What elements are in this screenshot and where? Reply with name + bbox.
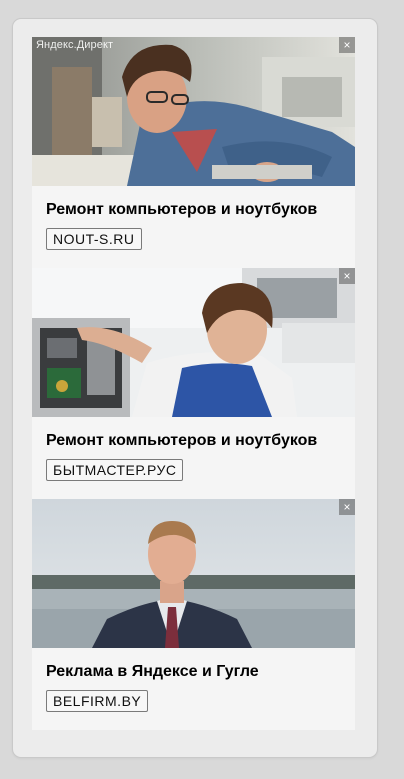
ad-card[interactable]: × Реклама в Яндексе и Гугле BELFIRM.BY	[32, 499, 355, 730]
close-icon[interactable]: ×	[339, 499, 355, 515]
ad-source-label[interactable]: Яндекс.Директ	[36, 39, 113, 51]
technician-repairing-desktop-pc-image	[32, 268, 355, 417]
ad-title[interactable]: Ремонт компьютеров и ноутбуков	[46, 201, 317, 219]
ad-domain-link[interactable]: БЫТМАСТЕР.РУС	[46, 459, 184, 481]
businessman-by-lake-image	[32, 499, 355, 648]
ad-card[interactable]: × Ремонт компьютеров и ноутбуков БЫТМАСТ…	[32, 268, 355, 499]
ad-title[interactable]: Ремонт компьютеров и ноутбуков	[46, 432, 317, 450]
ad-image[interactable]	[32, 268, 355, 417]
ad-image[interactable]	[32, 37, 355, 186]
ad-widget-panel: Яндекс.Директ × Ремонт компьютеров и ноу…	[12, 18, 378, 758]
technician-repairing-laptop-image	[32, 37, 355, 186]
close-icon[interactable]: ×	[339, 37, 355, 53]
ad-image[interactable]	[32, 499, 355, 648]
ad-domain-link[interactable]: BELFIRM.BY	[46, 690, 149, 712]
close-icon[interactable]: ×	[339, 268, 355, 284]
ad-domain-link[interactable]: NOUT-S.RU	[46, 228, 142, 250]
ad-title[interactable]: Реклама в Яндексе и Гугле	[46, 663, 259, 681]
ad-card[interactable]: Яндекс.Директ × Ремонт компьютеров и ноу…	[32, 37, 355, 268]
